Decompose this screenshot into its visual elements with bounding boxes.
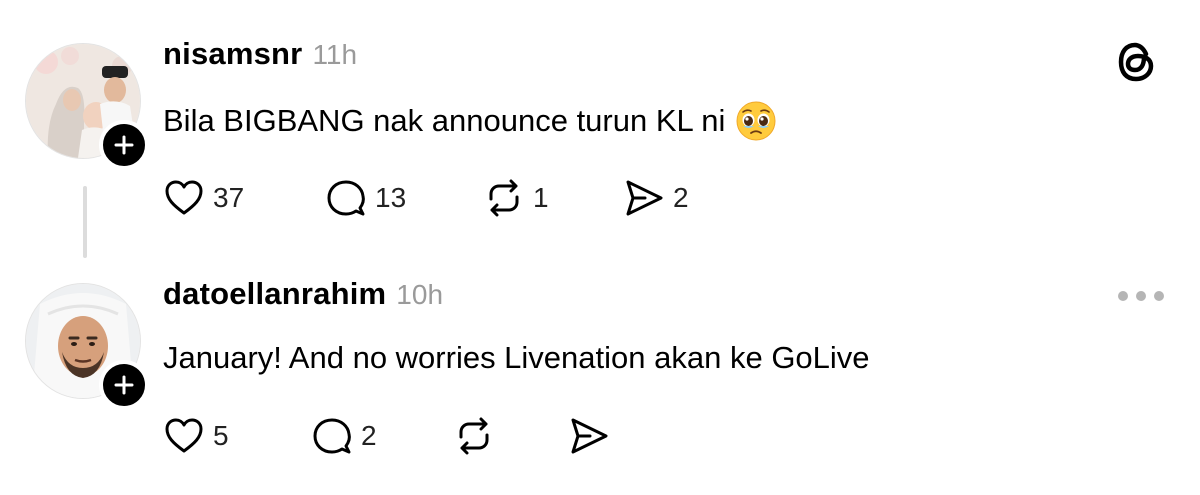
- thread-connector-line: [83, 186, 87, 258]
- reply-count: 2: [361, 420, 377, 451]
- like-count: 5: [213, 420, 229, 451]
- share-count: 2: [673, 182, 689, 213]
- repost-button[interactable]: [453, 414, 503, 458]
- follow-button[interactable]: [99, 120, 149, 170]
- send-icon: [571, 418, 608, 454]
- timestamp: 11h: [312, 39, 358, 70]
- repost-count: 1: [533, 182, 549, 213]
- more-options-icon: [1154, 291, 1164, 301]
- like-button[interactable]: 5: [163, 414, 229, 458]
- more-options-button[interactable]: [1118, 286, 1164, 306]
- username[interactable]: nisamsnr: [163, 36, 302, 72]
- share-button[interactable]: [568, 414, 618, 458]
- comment-icon: [327, 180, 365, 216]
- reply-button[interactable]: 2: [311, 414, 377, 458]
- send-icon: [626, 180, 663, 216]
- reply-button[interactable]: 13: [325, 176, 406, 220]
- threads-logo-icon[interactable]: [1116, 40, 1156, 84]
- post-text: Bila BIGBANG nak announce turun KL ni: [163, 103, 726, 138]
- like-count: 37: [213, 182, 245, 213]
- heart-icon: [165, 180, 203, 215]
- plus-icon: [114, 135, 134, 155]
- plus-icon: [114, 375, 134, 395]
- repost-icon: [489, 179, 519, 217]
- post-text: January! And no worries Livenation akan …: [163, 340, 870, 375]
- follow-button[interactable]: [99, 360, 149, 410]
- heart-icon: [165, 418, 203, 453]
- comment-icon: [313, 418, 351, 454]
- more-options-icon: [1118, 291, 1128, 301]
- pleading-face-emoji: [736, 101, 776, 141]
- repost-button[interactable]: 1: [483, 176, 549, 220]
- more-options-icon: [1136, 291, 1146, 301]
- repost-icon: [459, 417, 489, 455]
- username[interactable]: datoellanrahim: [163, 276, 386, 312]
- reply-count: 13: [375, 182, 407, 213]
- timestamp: 10h: [396, 279, 444, 310]
- like-button[interactable]: 37: [163, 176, 244, 220]
- share-button[interactable]: 2: [623, 176, 689, 220]
